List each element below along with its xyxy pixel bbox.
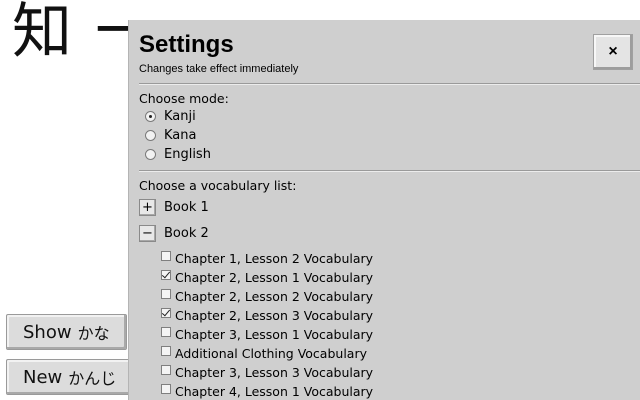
show-button-kana: かな [77,324,110,343]
new-button-kanji: かんじ [68,369,117,388]
lesson-item[interactable]: Chapter 2, Lesson 3 Vocabulary [161,306,640,325]
radio-english[interactable] [145,149,156,160]
mode-option-label: Kana [164,128,197,143]
expand-icon[interactable]: + [139,198,156,216]
lesson-label: Chapter 3, Lesson 1 Vocabulary [175,327,374,342]
lesson-checkbox[interactable] [161,326,171,337]
radio-kanji[interactable] [145,111,156,122]
lesson-checkbox[interactable] [161,269,171,280]
lesson-item[interactable]: Additional Clothing Vocabulary [161,344,640,363]
lesson-checkbox[interactable] [161,345,171,356]
lesson-label: Chapter 4, Lesson 1 Vocabulary [175,384,374,399]
lesson-list: Chapter 1, Lesson 2 Vocabulary Chapter 2… [139,249,640,400]
mode-option-english[interactable]: English [139,145,640,164]
lesson-label: Chapter 2, Lesson 1 Vocabulary [175,270,374,285]
lesson-label: Chapter 2, Lesson 3 Vocabulary [175,308,374,323]
new-kanji-button[interactable]: New かんじ [6,359,134,395]
collapse-icon[interactable]: − [139,224,156,242]
lesson-label: Additional Clothing Vocabulary [175,346,367,361]
mode-label: Choose mode: [139,91,229,106]
lesson-checkbox[interactable] [161,250,171,261]
divider [139,83,640,85]
lesson-label: Chapter 3, Lesson 3 Vocabulary [175,365,374,380]
lesson-item[interactable]: Chapter 2, Lesson 2 Vocabulary [161,287,640,306]
book-2-label[interactable]: Book 2 [164,226,209,241]
lesson-item[interactable]: Chapter 3, Lesson 1 Vocabulary [161,325,640,344]
lesson-item[interactable]: Chapter 1, Lesson 2 Vocabulary [161,249,640,268]
lesson-checkbox[interactable] [161,383,171,394]
mode-option-kana[interactable]: Kana [139,126,640,145]
lesson-item[interactable]: Chapter 2, Lesson 1 Vocabulary [161,268,640,287]
close-icon: × [608,43,618,60]
lesson-label: Chapter 1, Lesson 2 Vocabulary [175,251,374,266]
settings-title: Settings [139,31,234,58]
close-button[interactable]: × [593,34,633,70]
book-2-row: − Book 2 [139,220,640,246]
divider [139,170,640,172]
show-kana-button[interactable]: Show かな [6,314,127,350]
lesson-checkbox[interactable] [161,307,171,318]
show-button-label: Show [23,321,72,343]
lesson-checkbox[interactable] [161,288,171,299]
lesson-item[interactable]: Chapter 3, Lesson 3 Vocabulary [161,363,640,382]
mode-option-label: English [164,147,211,162]
radio-kana[interactable] [145,130,156,141]
book-1-label[interactable]: Book 1 [164,200,209,215]
lesson-label: Chapter 2, Lesson 2 Vocabulary [175,289,374,304]
mode-option-kanji[interactable]: Kanji [139,107,640,126]
new-button-label: New [23,366,63,388]
vocab-label: Choose a vocabulary list: [139,178,297,193]
settings-panel: Settings Changes take effect immediately… [128,20,640,400]
lesson-item[interactable]: Chapter 4, Lesson 1 Vocabulary [161,382,640,400]
app-stage: 知 一 Show かな New かんじ Settings Changes tak… [0,0,640,400]
settings-subtitle: Changes take effect immediately [139,63,299,75]
mode-option-label: Kanji [164,109,196,124]
lesson-checkbox[interactable] [161,364,171,375]
book-1-row: + Book 1 [139,194,640,220]
mode-radio-group: Kanji Kana English [139,107,640,164]
